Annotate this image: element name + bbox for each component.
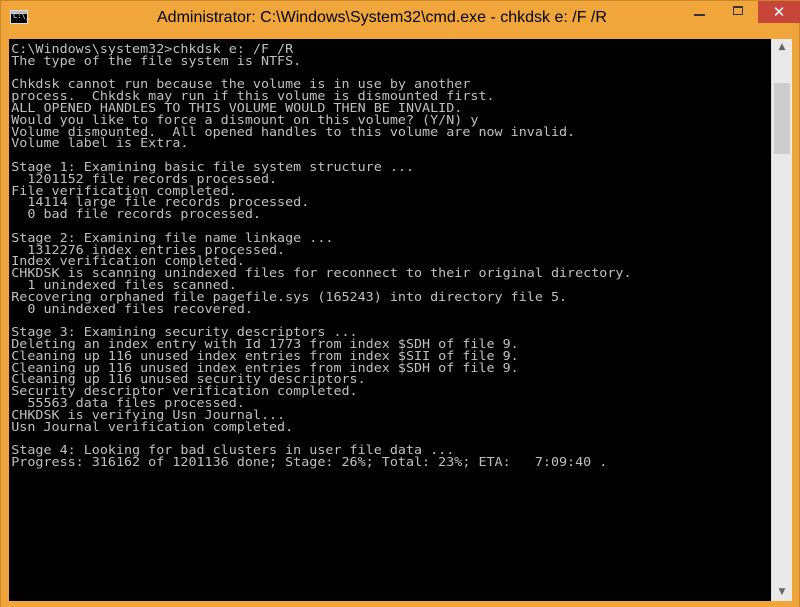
cmd-icon-glyph: C:\_ [13, 12, 30, 20]
console-line: Volume label is Extra. [11, 136, 189, 151]
console-line: 0 unindexed files recovered. [11, 301, 253, 316]
console-window: C:\_ Administrator: C:\Windows\System32\… [0, 0, 800, 607]
scroll-thumb[interactable] [774, 83, 790, 154]
vertical-scrollbar[interactable]: ▲ ▼ [771, 39, 792, 601]
console-line: Usn Journal verification completed. [11, 419, 294, 434]
title-bar[interactable]: C:\_ Administrator: C:\Windows\System32\… [1, 1, 800, 39]
scroll-up-button[interactable]: ▲ [772, 39, 792, 56]
console-output-area[interactable]: C:\Windows\system32>chkdsk e: /F /R The … [9, 39, 771, 601]
minimize-icon [694, 14, 705, 16]
cmd-icon[interactable]: C:\_ [10, 10, 30, 24]
maximize-button[interactable] [720, 1, 758, 23]
close-button[interactable]: ✕ [758, 1, 800, 23]
console-line: Progress: 316162 of 1201136 done; Stage:… [11, 454, 608, 469]
close-icon: ✕ [772, 3, 786, 21]
window-title: Administrator: C:\Windows\System32\cmd.e… [157, 9, 607, 26]
window-bottom-border [1, 601, 799, 607]
console-text: C:\Windows\system32>chkdsk e: /F /R The … [9, 39, 771, 469]
console-line: 0 bad file records processed. [11, 207, 261, 222]
scroll-down-button[interactable]: ▼ [772, 584, 792, 601]
console-line: The type of the file system is NTFS. [11, 53, 302, 68]
minimize-button[interactable] [680, 1, 720, 23]
maximize-icon [733, 6, 743, 15]
